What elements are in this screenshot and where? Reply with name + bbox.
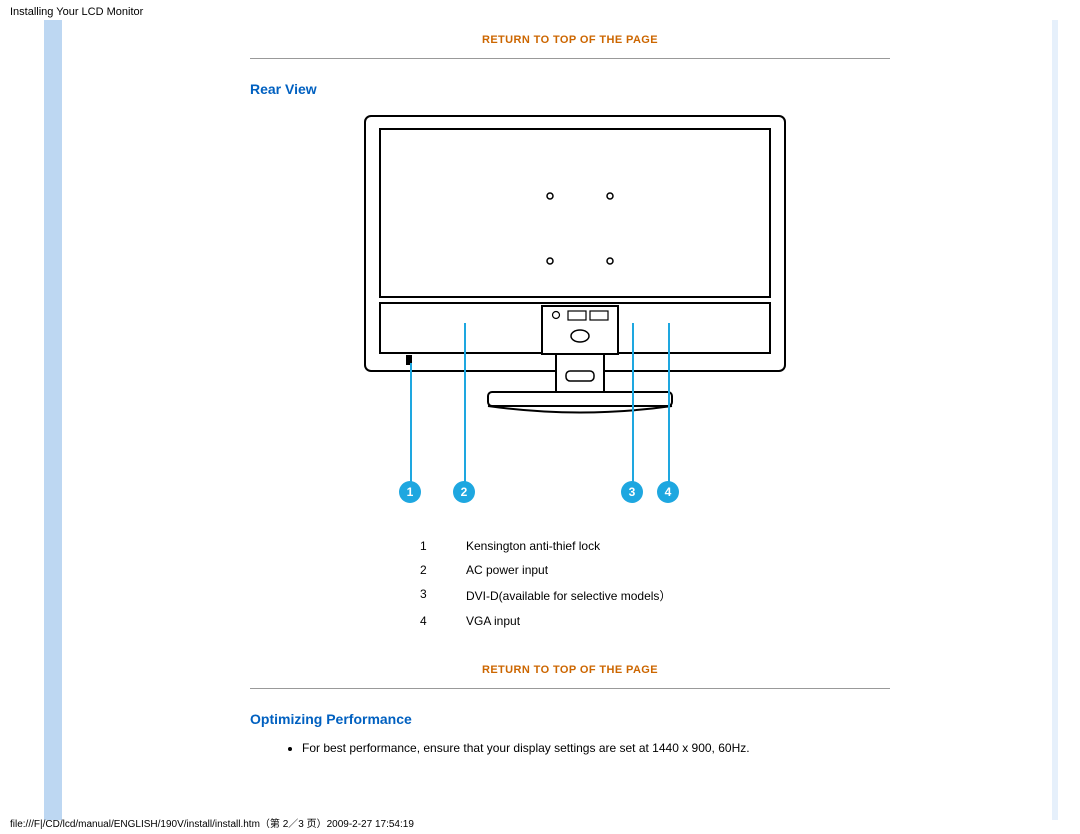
return-to-top-link[interactable]: RETURN TO TOP OF THE PAGE <box>250 34 890 46</box>
divider <box>250 58 890 59</box>
callout-line-1 <box>410 363 412 483</box>
page: Installing Your LCD Monitor RETURN TO TO… <box>0 0 1080 834</box>
legend-num: 4 <box>412 610 456 632</box>
callout-badge-3: 3 <box>621 481 643 503</box>
rear-view-diagram: 1 2 3 4 <box>250 111 890 511</box>
port-legend-table: 1 Kensington anti-thief lock 2 AC power … <box>410 533 681 634</box>
footer-file-path: file:///F|/CD/lcd/manual/ENGLISH/190V/in… <box>10 815 414 830</box>
legend-text: VGA input <box>458 610 679 632</box>
return-to-top-link[interactable]: RETURN TO TOP OF THE PAGE <box>250 664 890 676</box>
legend-num: 1 <box>412 535 456 557</box>
list-item: For best performance, ensure that your d… <box>302 741 890 755</box>
legend-text: DVI-D(available for selective models） <box>458 583 679 608</box>
table-row: 1 Kensington anti-thief lock <box>412 535 679 557</box>
legend-num: 2 <box>412 559 456 581</box>
optimizing-list: For best performance, ensure that your d… <box>262 741 890 755</box>
optimizing-heading: Optimizing Performance <box>250 711 890 727</box>
monitor-rear-svg <box>360 111 790 441</box>
rear-view-heading: Rear View <box>250 81 890 97</box>
divider <box>250 688 890 689</box>
callout-line-4 <box>668 323 670 483</box>
legend-num: 3 <box>412 583 456 608</box>
legend-text: AC power input <box>458 559 679 581</box>
callout-badge-4: 4 <box>657 481 679 503</box>
callout-line-3 <box>632 323 634 483</box>
content-area: RETURN TO TOP OF THE PAGE Rear View <box>250 20 890 767</box>
callout-badge-2: 2 <box>453 481 475 503</box>
legend-text: Kensington anti-thief lock <box>458 535 679 557</box>
page-title: Installing Your LCD Monitor <box>10 6 143 18</box>
table-row: 3 DVI-D(available for selective models） <box>412 583 679 608</box>
table-row: 2 AC power input <box>412 559 679 581</box>
callout-line-2 <box>464 323 466 483</box>
table-row: 4 VGA input <box>412 610 679 632</box>
right-accent <box>1052 20 1058 820</box>
callout-badge-1: 1 <box>399 481 421 503</box>
sidebar-accent <box>44 20 62 820</box>
